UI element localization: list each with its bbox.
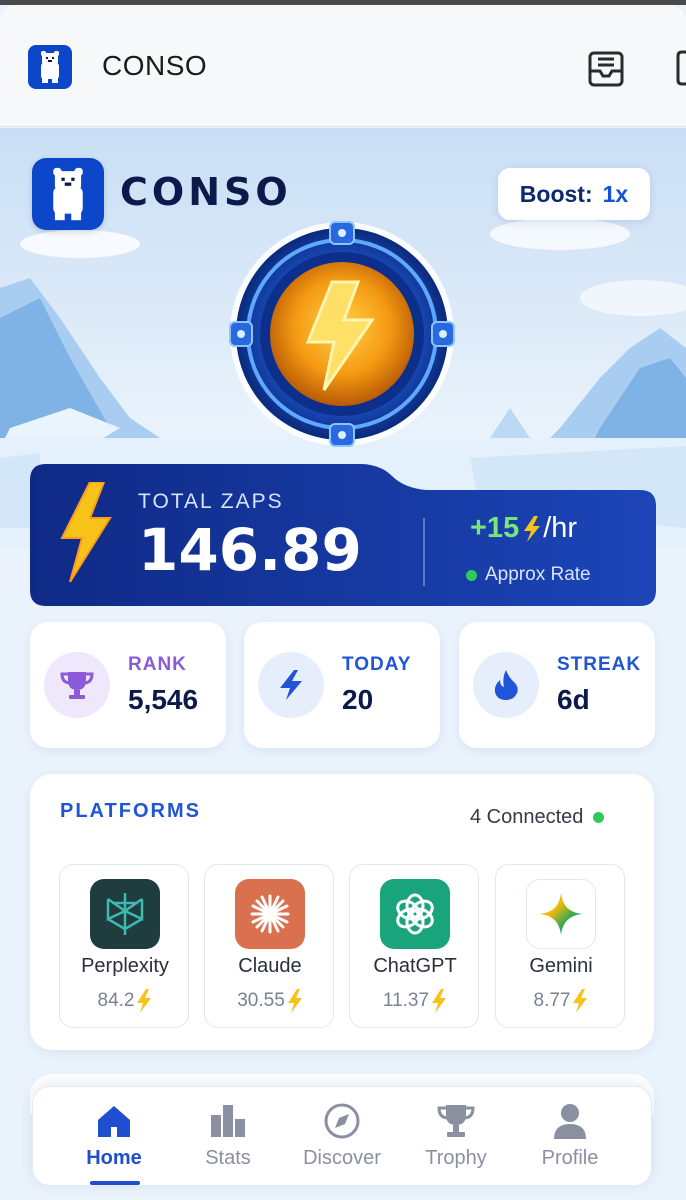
- nav-profile-label: Profile: [541, 1147, 599, 1169]
- window-icon[interactable]: [676, 49, 686, 87]
- platform-score: 30.55: [205, 989, 335, 1013]
- platform-score-value: 11.37: [382, 990, 430, 1011]
- platforms-card: PLATFORMS 4 Connected Perplexity 84.2 Cl…: [30, 774, 654, 1050]
- nav-home[interactable]: Home: [59, 1101, 169, 1181]
- profile-icon: [554, 1104, 586, 1139]
- zap-icon: [432, 989, 447, 1013]
- platform-card-gemini[interactable]: Gemini 8.77: [495, 864, 625, 1028]
- nav-trophy[interactable]: Trophy: [401, 1101, 511, 1181]
- app-logo-icon[interactable]: [28, 45, 72, 89]
- connected-dot-icon: [593, 812, 605, 823]
- zap-bolt-icon: [60, 481, 112, 583]
- total-zaps-value: 146.89: [138, 516, 362, 584]
- today-value: 20: [342, 684, 374, 715]
- status-dot-icon: [466, 569, 477, 581]
- today-card[interactable]: TODAY 20: [244, 622, 440, 748]
- nav-discover-label: Discover: [303, 1147, 381, 1169]
- nav-active-indicator: [90, 1181, 140, 1185]
- boost-badge[interactable]: Boost: 1x: [498, 168, 650, 220]
- app-bar: CONSO: [0, 5, 686, 127]
- trophy-icon: [437, 1105, 475, 1137]
- nav-stats[interactable]: Stats: [173, 1101, 283, 1181]
- bottom-nav: Home Stats Discover Trophy Profile: [32, 1086, 652, 1186]
- energy-orb-icon[interactable]: [228, 220, 456, 448]
- flame-icon: [473, 652, 539, 718]
- nav-home-label: Home: [86, 1147, 142, 1169]
- bolt-icon: [258, 652, 324, 718]
- nav-stats-label: Stats: [205, 1147, 251, 1169]
- streak-value: 6d: [557, 684, 590, 715]
- rank-value: 5,546: [128, 684, 199, 715]
- connected-count: 4 Connected: [470, 806, 584, 828]
- platform-score-value: 8.77: [533, 990, 571, 1011]
- nav-trophy-label: Trophy: [425, 1147, 487, 1169]
- platform-card-perplexity[interactable]: Perplexity 84.2: [59, 864, 189, 1028]
- today-label: TODAY: [342, 654, 412, 675]
- platform-score-value: 84.2: [97, 990, 135, 1011]
- approx-rate: Approx Rate: [466, 564, 591, 586]
- stats-icon: [211, 1105, 245, 1137]
- streak-card[interactable]: STREAK 6d: [459, 622, 655, 748]
- platform-score: 11.37: [350, 989, 480, 1013]
- perplexity-logo-icon: [90, 879, 160, 949]
- approx-rate-label: Approx Rate: [485, 564, 591, 585]
- zap-icon: [287, 989, 302, 1013]
- zap-icon: [137, 989, 152, 1013]
- nav-profile[interactable]: Profile: [515, 1101, 625, 1181]
- zap-rate-value: +15: [470, 512, 520, 544]
- zaps-divider: [423, 518, 425, 586]
- zap-rate-unit: /hr: [543, 512, 578, 544]
- platforms-title: PLATFORMS: [60, 800, 201, 822]
- boost-value: 1x: [602, 180, 629, 207]
- home-icon: [98, 1106, 130, 1137]
- platform-card-claude[interactable]: Claude 30.55: [204, 864, 334, 1028]
- brand-name: CONSO: [120, 170, 292, 214]
- platform-name: Claude: [238, 955, 302, 977]
- platforms-connected: 4 Connected: [470, 806, 605, 829]
- app-title: CONSO: [102, 50, 208, 81]
- gemini-logo-icon: [526, 879, 596, 949]
- boost-label: Boost:: [519, 180, 593, 207]
- platform-name: Perplexity: [81, 955, 169, 977]
- inbox-icon[interactable]: [586, 47, 626, 89]
- rank-card[interactable]: RANK 5,546: [30, 622, 226, 748]
- platform-score-value: 30.55: [237, 990, 285, 1011]
- total-zaps-card: TOTAL ZAPS 146.89 +15 /hr Approx Rate: [30, 464, 656, 606]
- chatgpt-logo-icon: [380, 879, 450, 949]
- zap-rate-bolt-icon: [524, 515, 541, 542]
- total-zaps-label: TOTAL ZAPS: [138, 490, 284, 513]
- platform-name: ChatGPT: [373, 955, 457, 977]
- platform-score: 84.2: [60, 989, 190, 1013]
- claude-logo-icon: [235, 879, 305, 949]
- zap-icon: [573, 989, 588, 1013]
- nav-discover[interactable]: Discover: [287, 1101, 397, 1181]
- brand-logo-icon: [32, 158, 104, 230]
- compass-icon: [324, 1103, 360, 1139]
- platform-name: Gemini: [529, 955, 593, 977]
- zap-rate: +15 /hr: [470, 512, 577, 545]
- platform-card-chatgpt[interactable]: ChatGPT 11.37: [349, 864, 479, 1028]
- rank-label: RANK: [128, 654, 187, 675]
- platform-score: 8.77: [496, 989, 626, 1013]
- streak-label: STREAK: [557, 654, 642, 675]
- trophy-icon: [44, 652, 110, 718]
